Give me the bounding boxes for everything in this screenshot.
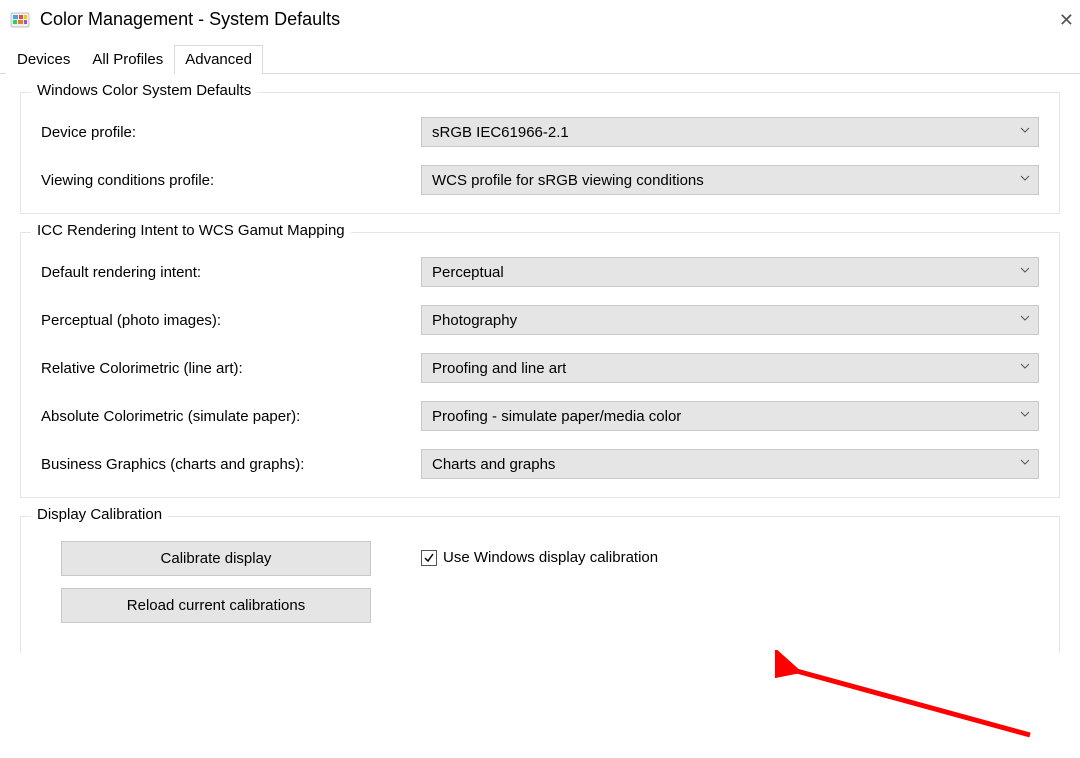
combo-perceptual[interactable]: Photography	[421, 305, 1039, 335]
combo-business[interactable]: Charts and graphs	[421, 449, 1039, 479]
group-display-calibration: Display Calibration Calibrate display Re…	[20, 516, 1060, 653]
tab-devices[interactable]: Devices	[6, 45, 81, 74]
combo-perceptual-value: Photography	[432, 312, 517, 329]
label-absolute: Absolute Colorimetric (simulate paper):	[41, 408, 421, 425]
group-wcs-defaults: Windows Color System Defaults Device pro…	[20, 92, 1060, 214]
calibrate-display-button[interactable]: Calibrate display	[61, 541, 371, 576]
titlebar: Color Management - System Defaults ✕	[0, 0, 1080, 42]
tab-all-profiles[interactable]: All Profiles	[81, 45, 174, 74]
row-business: Business Graphics (charts and graphs): C…	[41, 449, 1039, 479]
label-perceptual: Perceptual (photo images):	[41, 312, 421, 329]
window-title: Color Management - System Defaults	[40, 9, 340, 30]
group-legend-icc: ICC Rendering Intent to WCS Gamut Mappin…	[31, 222, 351, 239]
combo-business-value: Charts and graphs	[432, 456, 555, 473]
chevron-down-icon	[1020, 315, 1030, 325]
row-absolute: Absolute Colorimetric (simulate paper): …	[41, 401, 1039, 431]
combo-absolute[interactable]: Proofing - simulate paper/media color	[421, 401, 1039, 431]
row-perceptual: Perceptual (photo images): Photography	[41, 305, 1039, 335]
combo-relative-value: Proofing and line art	[432, 360, 566, 377]
reload-calibrations-button[interactable]: Reload current calibrations	[61, 588, 371, 623]
combo-device-profile[interactable]: sRGB IEC61966-2.1	[421, 117, 1039, 147]
group-legend-wcs: Windows Color System Defaults	[31, 82, 257, 99]
combo-default-intent-value: Perceptual	[432, 264, 504, 281]
group-icc-mapping: ICC Rendering Intent to WCS Gamut Mappin…	[20, 232, 1060, 498]
chevron-down-icon	[1020, 459, 1030, 469]
tab-bar: Devices All Profiles Advanced	[0, 42, 1080, 74]
annotation-arrow	[775, 650, 1055, 750]
label-device-profile: Device profile:	[41, 124, 421, 141]
row-default-intent: Default rendering intent: Perceptual	[41, 257, 1039, 287]
row-relative: Relative Colorimetric (line art): Proofi…	[41, 353, 1039, 383]
tab-advanced[interactable]: Advanced	[174, 45, 263, 74]
chevron-down-icon	[1020, 363, 1030, 373]
combo-absolute-value: Proofing - simulate paper/media color	[432, 408, 681, 425]
row-device-profile: Device profile: sRGB IEC61966-2.1	[41, 117, 1039, 147]
group-legend-calibration: Display Calibration	[31, 506, 168, 523]
chevron-down-icon	[1020, 411, 1030, 421]
combo-default-intent[interactable]: Perceptual	[421, 257, 1039, 287]
chevron-down-icon	[1020, 175, 1030, 185]
label-relative: Relative Colorimetric (line art):	[41, 360, 421, 377]
chevron-down-icon	[1020, 127, 1030, 137]
label-viewing-conditions: Viewing conditions profile:	[41, 172, 421, 189]
use-windows-calibration-label: Use Windows display calibration	[443, 549, 658, 566]
chevron-down-icon	[1020, 267, 1030, 277]
close-icon[interactable]: ✕	[1059, 10, 1074, 31]
tab-content-advanced: Windows Color System Defaults Device pro…	[0, 74, 1080, 653]
combo-viewing-conditions-value: WCS profile for sRGB viewing conditions	[432, 172, 704, 189]
color-management-icon	[10, 9, 30, 29]
combo-relative[interactable]: Proofing and line art	[421, 353, 1039, 383]
use-windows-calibration-checkbox[interactable]	[421, 550, 437, 566]
label-business: Business Graphics (charts and graphs):	[41, 456, 421, 473]
combo-device-profile-value: sRGB IEC61966-2.1	[432, 124, 569, 141]
row-viewing-conditions: Viewing conditions profile: WCS profile …	[41, 165, 1039, 195]
label-default-intent: Default rendering intent:	[41, 264, 421, 281]
combo-viewing-conditions[interactable]: WCS profile for sRGB viewing conditions	[421, 165, 1039, 195]
